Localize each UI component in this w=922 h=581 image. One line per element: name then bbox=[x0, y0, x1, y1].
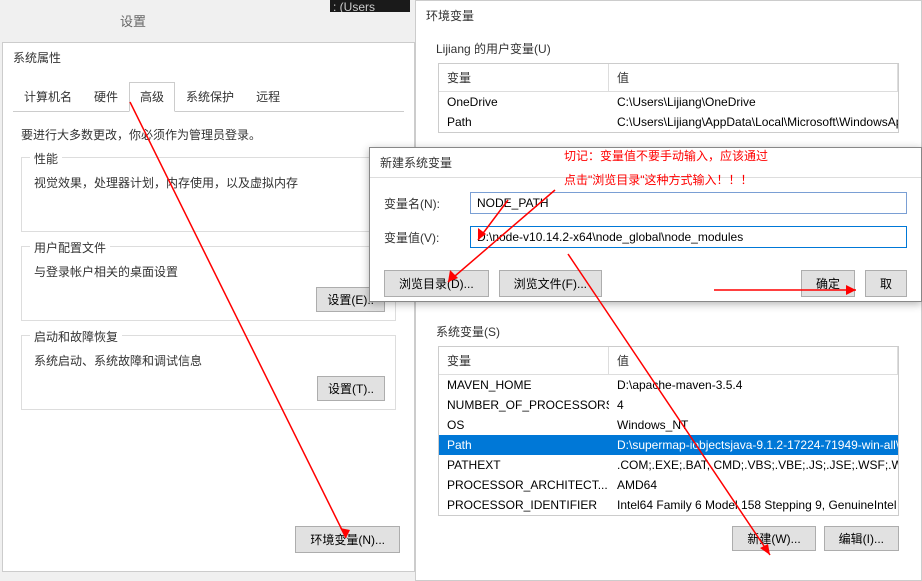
user-profile-group: 用户配置文件 与登录帐户相关的桌面设置 设置(E).. bbox=[21, 246, 396, 321]
dialog-title: 新建系统变量 bbox=[370, 148, 921, 178]
system-variables-table[interactable]: 变量 值 MAVEN_HOMED:\apache-maven-3.5.4 NUM… bbox=[438, 346, 899, 516]
system-variables-label: 系统变量(S) bbox=[416, 313, 921, 346]
browse-file-button[interactable]: 浏览文件(F)... bbox=[499, 270, 602, 297]
col-variable[interactable]: 变量 bbox=[439, 64, 609, 91]
user-variables-table[interactable]: 变量 值 OneDrive C:\Users\Lijiang\OneDrive … bbox=[438, 63, 899, 133]
group-title: 启动和故障恢复 bbox=[30, 328, 122, 345]
edit-button[interactable]: 编辑(I)... bbox=[824, 526, 899, 551]
variable-value-input[interactable] bbox=[470, 226, 907, 248]
environment-variables-button[interactable]: 环境变量(N)... bbox=[295, 526, 400, 553]
table-row[interactable]: OneDrive C:\Users\Lijiang\OneDrive bbox=[439, 92, 898, 112]
group-text: 与登录帐户相关的桌面设置 bbox=[34, 263, 383, 280]
variable-name-label: 变量名(N): bbox=[384, 195, 470, 212]
tab-hardware[interactable]: 硬件 bbox=[83, 82, 129, 111]
tab-advanced[interactable]: 高级 bbox=[129, 82, 175, 112]
settings-heading: 设置 bbox=[120, 11, 146, 30]
group-text: 系统启动、系统故障和调试信息 bbox=[34, 352, 383, 369]
col-value[interactable]: 值 bbox=[609, 347, 898, 374]
group-text: 视觉效果，处理器计划，内存使用，以及虚拟内存 bbox=[34, 174, 383, 191]
settings-button-t[interactable]: 设置(T).. bbox=[317, 376, 385, 401]
performance-group: 性能 视觉效果，处理器计划，内存使用，以及虚拟内存 bbox=[21, 157, 396, 232]
variable-value-label: 变量值(V): bbox=[384, 229, 470, 246]
table-row[interactable]: MAVEN_HOMED:\apache-maven-3.5.4 bbox=[439, 375, 898, 395]
group-title: 用户配置文件 bbox=[30, 239, 110, 256]
tab-bar: 计算机名 硬件 高级 系统保护 远程 bbox=[13, 82, 404, 112]
tab-remote[interactable]: 远程 bbox=[245, 82, 291, 111]
col-variable[interactable]: 变量 bbox=[439, 347, 609, 374]
user-variables-label: Lijiang 的用户变量(U) bbox=[416, 30, 921, 63]
cancel-button[interactable]: 取 bbox=[865, 270, 907, 297]
table-header: 变量 值 bbox=[439, 64, 898, 92]
ok-button[interactable]: 确定 bbox=[801, 270, 855, 297]
group-title: 性能 bbox=[30, 150, 62, 167]
window-title: 环境变量 bbox=[416, 1, 921, 30]
tab-content: 要进行大多数更改，你必须作为管理员登录。 性能 视觉效果，处理器计划，内存使用，… bbox=[3, 112, 414, 438]
system-var-actions: 新建(W)... 编辑(I)... bbox=[438, 526, 899, 551]
admin-notice: 要进行大多数更改，你必须作为管理员登录。 bbox=[21, 126, 396, 143]
new-button[interactable]: 新建(W)... bbox=[732, 526, 815, 551]
table-row[interactable]: PROCESSOR_ARCHITECT...AMD64 bbox=[439, 475, 898, 495]
tab-computer-name[interactable]: 计算机名 bbox=[13, 82, 83, 111]
tab-system-protection[interactable]: 系统保护 bbox=[175, 82, 245, 111]
terminal-fragment: : (Users bbox=[330, 0, 410, 12]
table-row[interactable]: PATHEXT.COM;.EXE;.BAT;.CMD;.VBS;.VBE;.JS… bbox=[439, 455, 898, 475]
table-row[interactable]: NUMBER_OF_PROCESSORS4 bbox=[439, 395, 898, 415]
browse-directory-button[interactable]: 浏览目录(D)... bbox=[384, 270, 489, 297]
new-system-variable-dialog: 新建系统变量 变量名(N): 变量值(V): 浏览目录(D)... 浏览文件(F… bbox=[369, 147, 922, 302]
variable-name-input[interactable] bbox=[470, 192, 907, 214]
table-header: 变量 值 bbox=[439, 347, 898, 375]
table-row[interactable]: Path C:\Users\Lijiang\AppData\Local\Micr… bbox=[439, 112, 898, 132]
window-title: 系统属性 bbox=[3, 43, 414, 72]
table-row-selected[interactable]: PathD:\supermap-iobjectsjava-9.1.2-17224… bbox=[439, 435, 898, 455]
table-row[interactable]: PROCESSOR_IDENTIFIERIntel64 Family 6 Mod… bbox=[439, 495, 898, 515]
system-properties-window: 系统属性 计算机名 硬件 高级 系统保护 远程 要进行大多数更改，你必须作为管理… bbox=[2, 42, 415, 572]
startup-group: 启动和故障恢复 系统启动、系统故障和调试信息 设置(T).. bbox=[21, 335, 396, 410]
col-value[interactable]: 值 bbox=[609, 64, 898, 91]
table-row[interactable]: OSWindows_NT bbox=[439, 415, 898, 435]
